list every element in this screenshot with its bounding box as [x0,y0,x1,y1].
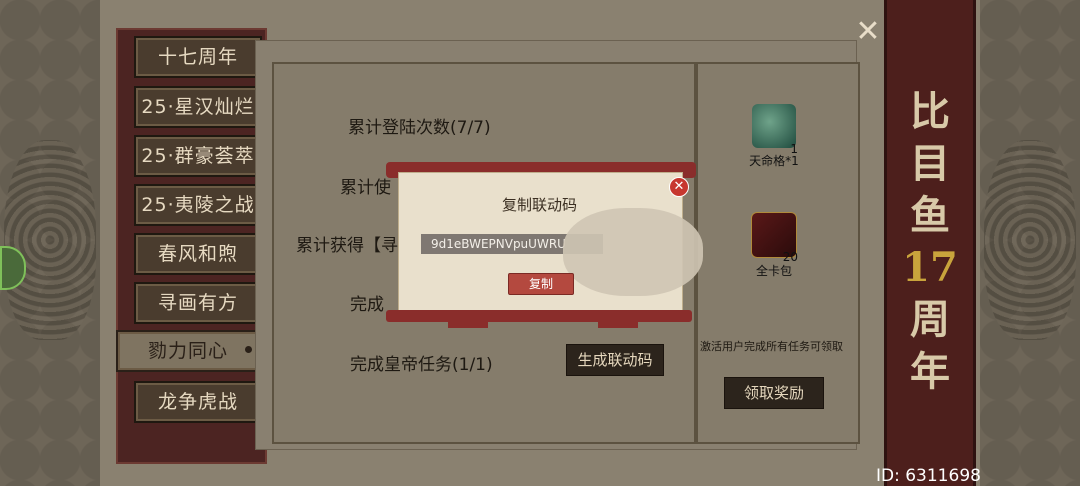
reward-item-tianmingge[interactable]: 1 天命格*1 [744,104,804,169]
banner-char: 年 [910,348,950,395]
generate-link-code-button[interactable]: 生成联动码 [566,344,664,376]
close-icon[interactable]: ✕ [669,177,689,197]
modal-foot-right [598,320,638,328]
dragon-ornament-left [4,140,96,340]
tab-xunhua-youfang[interactable]: 寻画有方 [134,282,262,324]
dragon-ornament-right [984,140,1076,340]
banner-number: 17 [902,244,958,291]
reward-item-card-pack[interactable]: 20 全卡包 [744,212,804,279]
active-dot-icon [245,346,252,353]
banner-title: 比 目 鱼 17 周 年 [887,86,973,398]
tab-label: 勠力同心 [147,340,228,362]
task-emperor: 完成皇帝任务(1/1) [350,355,493,375]
event-banner: 比 目 鱼 17 周 年 [884,0,976,486]
tab-yiling-zhizhan[interactable]: 25·夷陵之战 [134,184,262,226]
reward-note: 激活用户完成所有任务可领取 [700,340,843,353]
tab-qunhao-huicui[interactable]: 25·群豪荟萃 [134,135,262,177]
tab-xinghan-canlan[interactable]: 25·星汉灿烂 [134,86,262,128]
claim-reward-button[interactable]: 领取奖励 [724,377,824,409]
tab-chunfeng-hexu[interactable]: 春风和煦 [134,233,262,275]
task-complete: 完成 [350,295,384,315]
player-id: ID: 6311698 [876,466,981,486]
reward-count: 20 [782,250,798,264]
close-icon[interactable]: ✕ [848,12,888,52]
banner-char: 鱼 [910,192,950,239]
copy-button[interactable]: 复制 [508,273,574,295]
tab-seventeen-anniversary[interactable]: 十七周年 [134,36,262,78]
modal-bottom-scroll [386,310,692,322]
reward-name: 全卡包 [755,264,792,278]
task-accumulate-obtain: 累计获得【寻 [296,236,398,256]
banner-char: 比 [910,88,950,135]
banner-char: 目 [910,140,950,187]
reward-count: 1 [790,142,798,156]
tab-luli-tongxin[interactable]: 勠力同心 [116,330,260,372]
modal-foot-left [448,320,488,328]
banner-char: 周 [910,296,950,343]
tab-longzheng-huzhan[interactable]: 龙争虎战 [134,381,262,423]
task-accumulate-use: 累计使 [340,178,391,198]
redacted-area [563,208,703,296]
task-login-count: 累计登陆次数(7/7) [348,118,491,138]
